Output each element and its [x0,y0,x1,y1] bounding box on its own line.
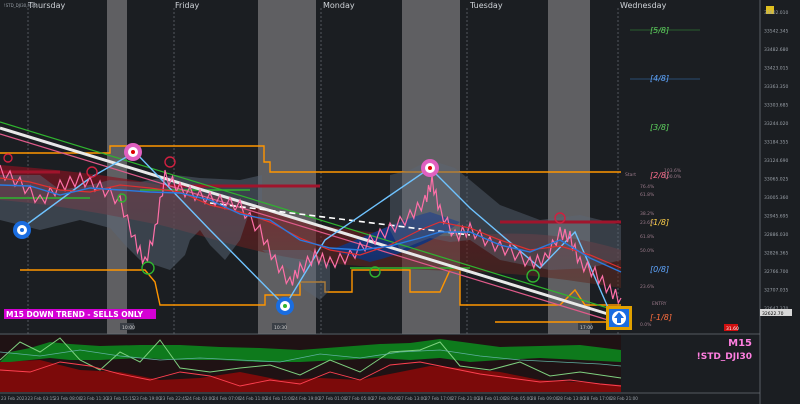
time-tick-label: 28 Feb 05:00 [505,396,533,401]
fib-label: 50.0% [640,248,655,254]
day-label: Monday [323,1,355,10]
buy-target-marker [276,297,294,315]
time-tick-label: 28 Feb 01:00 [478,396,506,401]
chart-window[interactable]: Thursday Friday Monday Tuesday Wednesday… [0,0,800,404]
time-tick-label: 23 Feb 2023 [1,396,27,401]
current-price-text: 32622.70 [762,311,784,317]
time-tick-label: 24 Feb 19:00 [293,396,321,401]
price-tick-label: 33244.020 [764,121,788,127]
symbol-header: !STD_DJI30,M15 [4,3,36,8]
time-tick-label: 24 Feb 07:00 [213,396,241,401]
fib-label: 0.0% [640,322,652,328]
time-tick-label: 28 Feb 09:00 [531,396,559,401]
price-tick-label: 33184.355 [764,140,788,146]
time-tick-label: 28 Feb 17:00 [584,396,612,401]
chart-canvas[interactable]: Thursday Friday Monday Tuesday Wednesday… [0,0,800,404]
time-axis: 23 Feb 2023 23 Feb 03:15 23 Feb 08:00 23 Fe… [0,392,760,401]
time-tick-label: 28 Feb 21:00 [611,396,639,401]
time-tick-label: 23 Feb 03:15 [28,396,56,401]
upper-tag: 103.6% [664,168,682,174]
murrey-level-label: [-1/8] [650,313,672,322]
price-tick-label: 32945.695 [764,214,788,220]
murrey-level-label: [5/8] [650,26,669,35]
upper-tag: 100.0% [664,174,682,180]
price-tick-label: 33124.690 [764,158,788,164]
trend-banner-text: M15 DOWN TREND - SELLS ONLY [6,310,143,319]
fib-label: 61.8% [640,192,655,198]
price-tick-label: 33303.685 [764,103,788,109]
murrey-level-label: [3/8] [650,123,669,132]
zone-label: 10:30 [274,325,287,331]
price-axis: 33602.010 33542.345 33482.680 33423.015 3336… [759,0,792,404]
time-tick-label: 27 Feb 21:00 [452,396,480,401]
price-tick-label: 33423.015 [764,66,788,72]
zone-label: 10:00 [122,325,135,331]
time-tick-label: 24 Feb 15:00 [266,396,294,401]
day-label: Friday [175,1,200,10]
red-price-tag-text: 31.60 [726,326,739,332]
time-tick-label: 23 Feb 22:45 [160,396,188,401]
time-tick-label: 24 Feb 11:00 [240,396,268,401]
time-tick-label: 23 Feb 19:00 [134,396,162,401]
price-tick-label: 33363.350 [764,84,788,90]
fib-label: 38.2% [640,211,655,217]
sell-target-marker [124,143,142,161]
fib-label: 23.6% [640,284,655,290]
price-tick-label: 33065.025 [764,177,788,183]
time-tick-label: 23 Feb 15:15 [107,396,135,401]
price-tick-label: 33542.345 [764,29,788,35]
price-tick-label: 32826.365 [764,251,788,257]
up-arrow-icon [612,311,626,325]
indicator-timeframe: M15 [728,338,752,349]
buy-target-marker [13,221,31,239]
fib-label: 23.6% [640,220,655,226]
sell-target-marker [421,159,439,177]
day-label: Tuesday [469,1,503,10]
murrey-level-label: [0/8] [650,265,669,274]
indicator-symbol: !STD_DJI30 [697,352,752,362]
fib-label: 76.4% [640,184,655,190]
time-tick-label: 27 Feb 01:00 [319,396,347,401]
day-label: Wednesday [620,1,667,10]
price-tick-label: 33482.680 [764,47,788,53]
session-band [548,0,590,334]
time-tick-label: 24 Feb 03:00 [187,396,215,401]
signal-button[interactable] [606,306,632,330]
zone-label: 17:00 [580,325,593,331]
price-tick-label: 32707.035 [764,288,788,294]
time-tick-label: 27 Feb 05:00 [346,396,374,401]
time-tick-label: 23 Feb 08:00 [54,396,82,401]
fib-label: 61.8% [640,234,655,240]
side-label: ENTRY [652,301,667,307]
murrey-level-label: [4/8] [650,74,669,83]
time-tick-label: 27 Feb 09:00 [372,396,400,401]
price-tick-label: 32766.700 [764,269,788,275]
time-tick-label: 27 Feb 13:00 [399,396,427,401]
price-tick-label: 32886.030 [764,232,788,238]
side-label: Start [625,172,636,178]
time-tick-label: 27 Feb 17:00 [425,396,453,401]
indicator-panel[interactable]: M15 !STD_DJI30 [0,333,760,392]
time-tick-label: 28 Feb 13:00 [558,396,586,401]
price-tick-label: 33005.360 [764,195,788,201]
time-tick-label: 23 Feb 11:30 [81,396,109,401]
price-tick-label: 33602.010 [764,10,788,16]
